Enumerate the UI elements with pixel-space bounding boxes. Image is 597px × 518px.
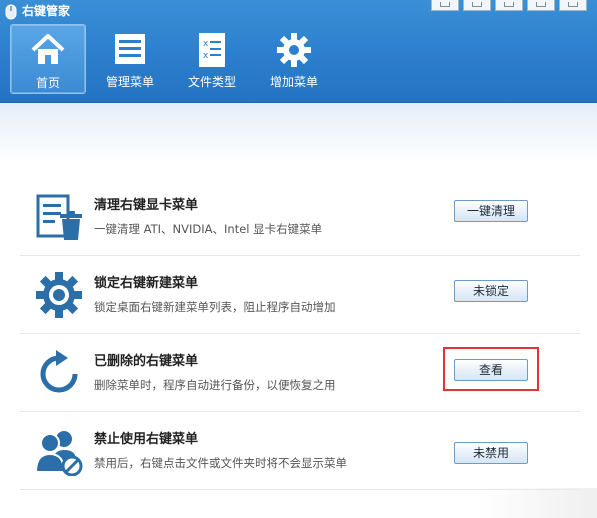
clean-trash-icon (36, 194, 82, 240)
menu-list-icon (115, 34, 145, 64)
row-description: 删除菜单时，程序自动进行备份，以便恢复之用 (94, 378, 336, 392)
banner-band (0, 103, 597, 163)
not-locked-button[interactable]: 未锁定 (454, 280, 528, 302)
restore-arrow-icon (40, 350, 78, 393)
nav-home[interactable]: 首页 (10, 24, 86, 94)
close-icon[interactable] (559, 0, 587, 11)
row-title: 清理右键显卡菜单 (94, 198, 199, 213)
nav-label: 文件类型 (187, 75, 236, 89)
one-click-clean-button[interactable]: 一键清理 (454, 200, 528, 222)
header-bar: 右键管家 首页 管理菜单 x x 文件类型 增加菜单 (0, 0, 597, 103)
row-description: 禁用后，右键点击文件或文件夹时将不会显示菜单 (94, 456, 347, 470)
nav-label: 首页 (35, 76, 60, 90)
svg-text:x: x (203, 39, 209, 49)
row-disable-context-menu: 禁止使用右键菜单 禁用后，右键点击文件或文件夹时将不会显示菜单 未禁用 (20, 412, 580, 490)
not-disabled-button[interactable]: 未禁用 (454, 442, 528, 464)
row-clean-gpu-menu: 清理右键显卡菜单 一键清理 ATI、NVIDIA、Intel 显卡右键菜单 一键… (20, 178, 580, 256)
row-lock-new-menu: 锁定右键新建菜单 锁定桌面右键新建菜单列表，阻止程序自动增加 未锁定 (20, 256, 580, 334)
corner-fade (477, 488, 597, 518)
gear-icon (277, 33, 311, 67)
home-icon (31, 34, 65, 64)
gear-lock-icon (36, 272, 82, 318)
row-title: 禁止使用右键菜单 (94, 432, 199, 447)
user-disable-icon (34, 431, 83, 476)
nav-label: 管理菜单 (105, 75, 154, 89)
svg-text:x: x (203, 51, 209, 61)
highlight-box (443, 347, 539, 391)
file-type-icon: x x (199, 33, 225, 67)
row-title: 锁定右键新建菜单 (94, 276, 199, 291)
row-title: 已删除的右键菜单 (94, 354, 199, 369)
nav-add-menu[interactable]: 增加菜单 (256, 24, 332, 94)
title-bar: 右键管家 (0, 0, 597, 22)
nav-file-type[interactable]: x x 文件类型 (174, 24, 250, 94)
skin-icon[interactable] (431, 0, 459, 11)
minimize-icon[interactable] (495, 0, 523, 11)
app-title: 右键管家 (22, 4, 71, 18)
row-description: 一键清理 ATI、NVIDIA、Intel 显卡右键菜单 (94, 222, 323, 236)
row-description: 锁定桌面右键新建菜单列表，阻止程序自动增加 (94, 300, 336, 314)
nav-label: 增加菜单 (269, 75, 318, 89)
nav-manage-menu[interactable]: 管理菜单 (92, 24, 168, 94)
maximize-icon[interactable] (527, 0, 555, 11)
settings-icon[interactable] (463, 0, 491, 11)
mouse-icon (5, 4, 17, 20)
